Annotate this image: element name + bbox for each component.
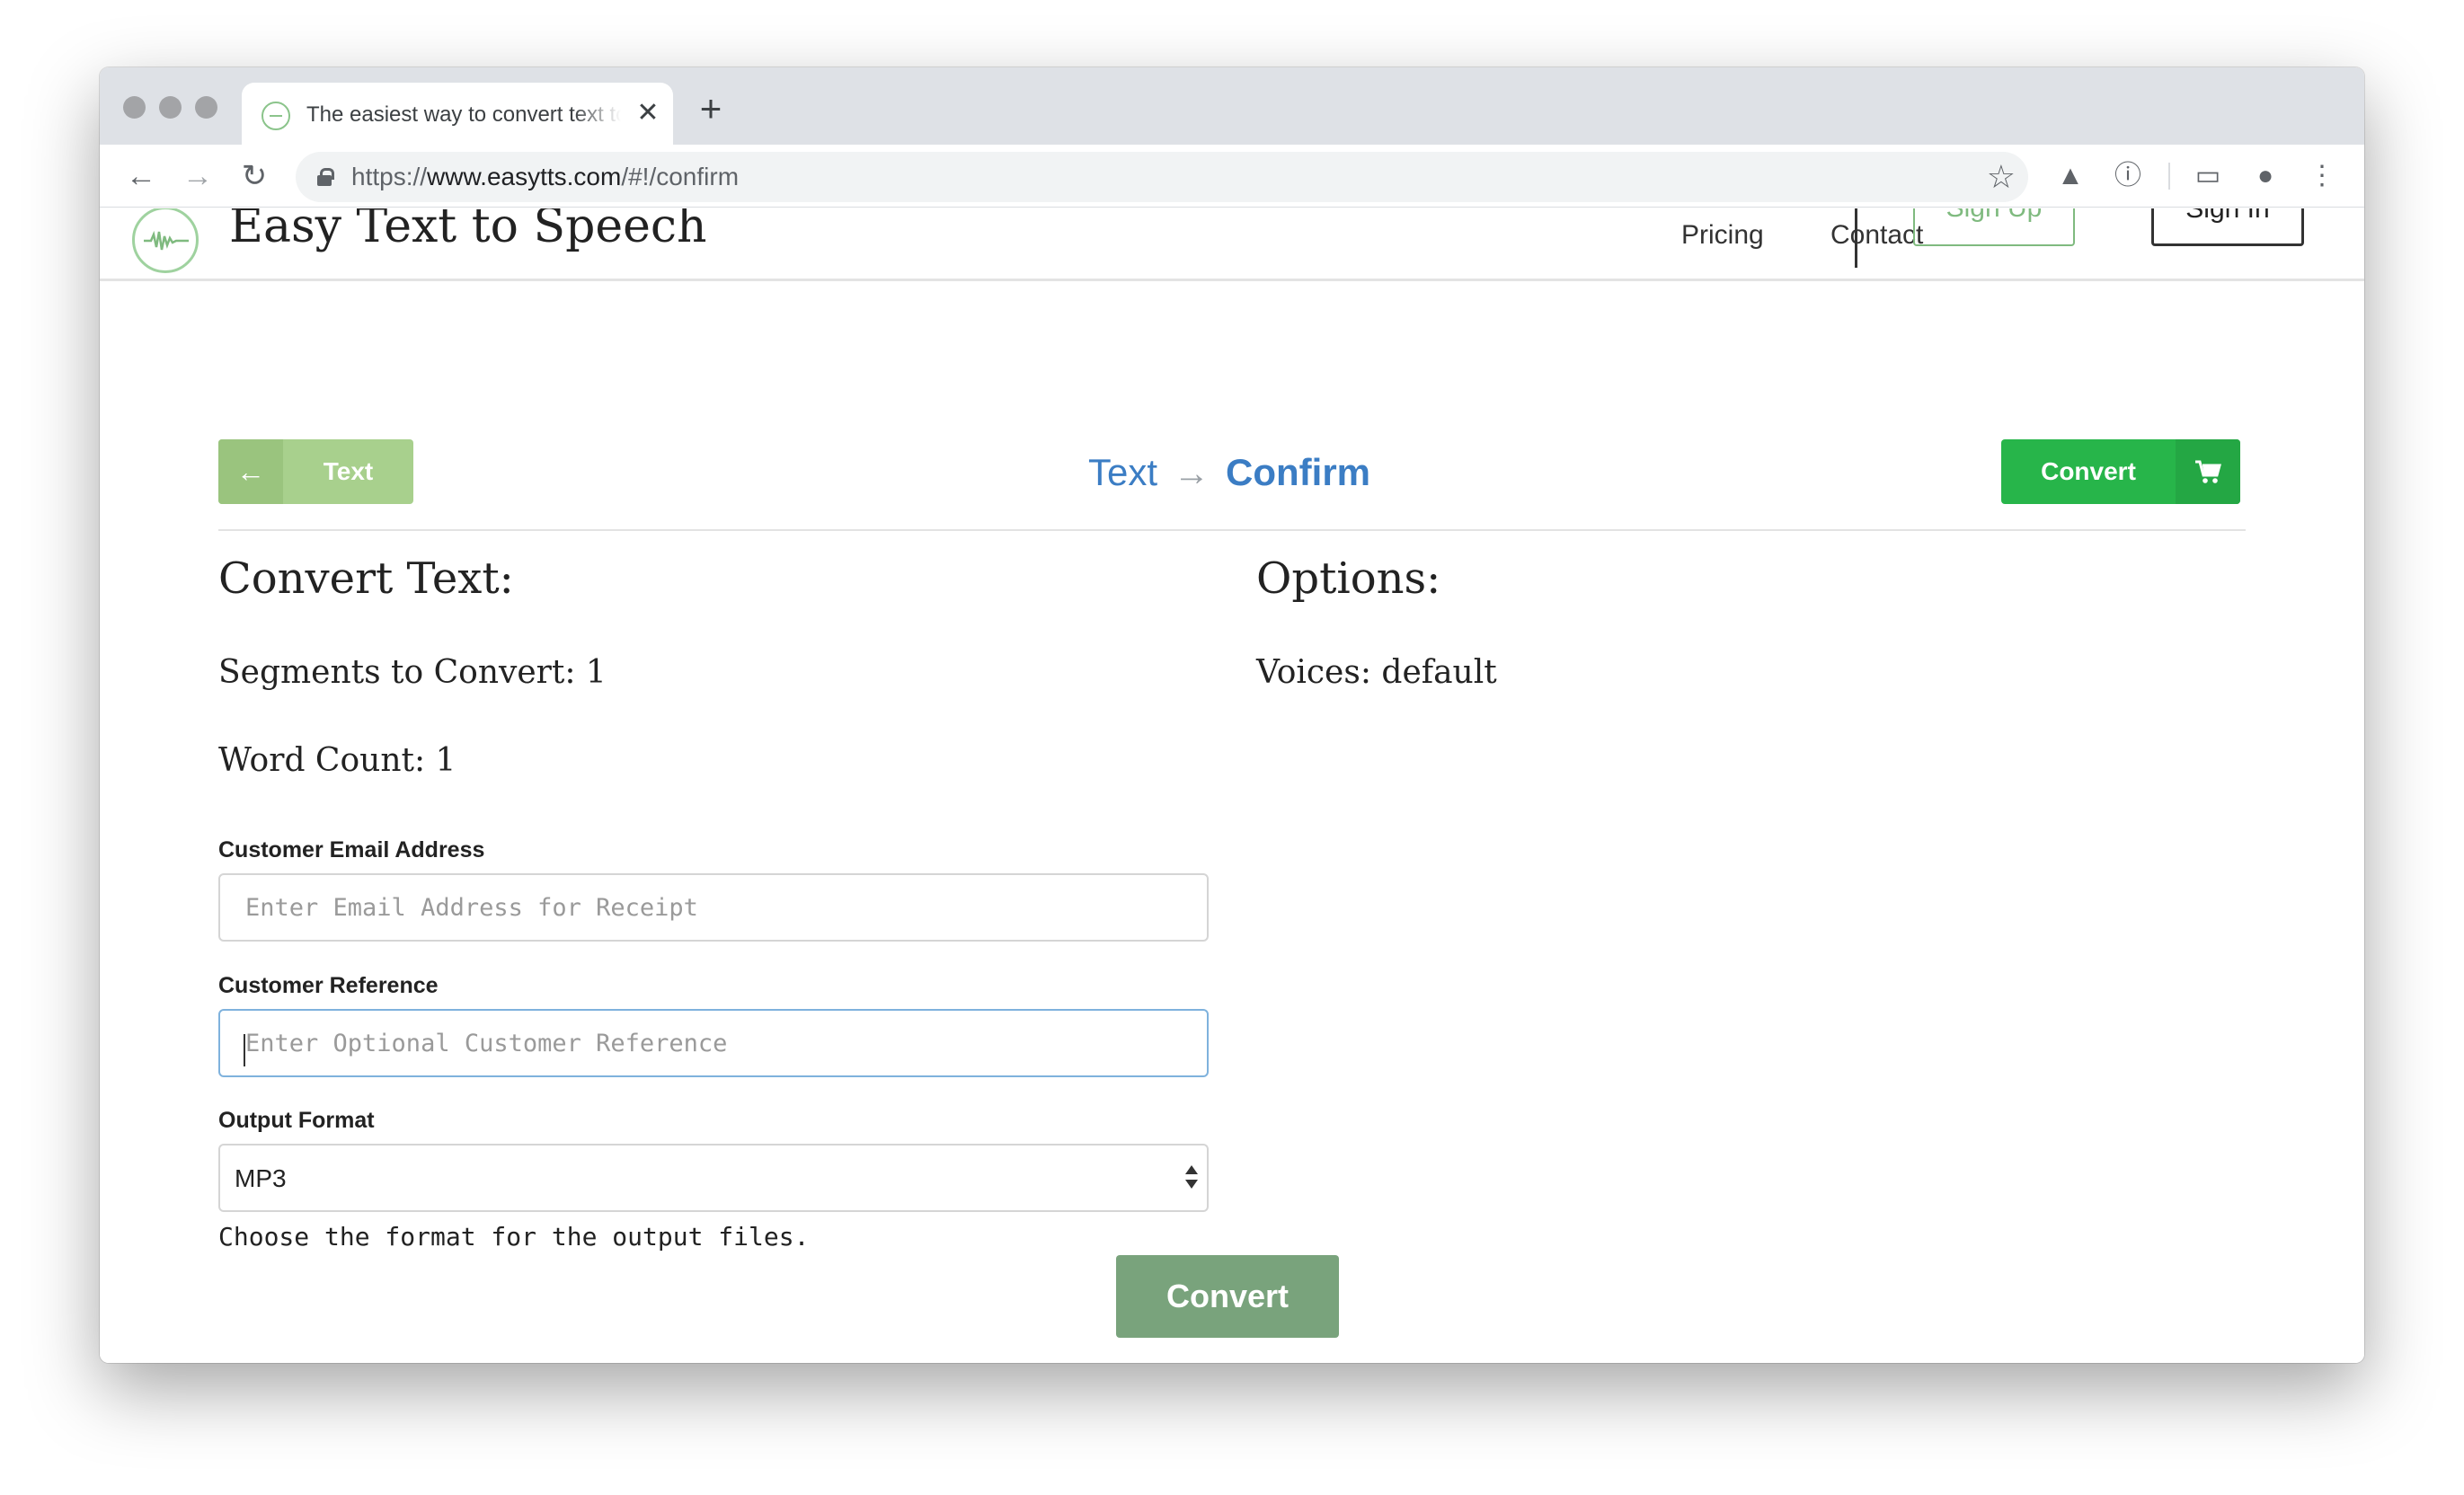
nav-divider — [1855, 208, 1857, 268]
url-text: https://www.easytts.com/#!/confirm — [351, 163, 740, 190]
back-to-text-button[interactable]: ← Text — [218, 439, 413, 504]
profile-icon[interactable]: ● — [2247, 158, 2283, 194]
segments-count: Segments to Convert: 1 — [218, 654, 607, 691]
step-text-link[interactable]: Text — [1088, 451, 1157, 493]
new-tab-button[interactable]: + — [693, 90, 729, 128]
site-header: Easy Text to Speech Pricing Contact Sign… — [100, 208, 2364, 281]
nav-contact-link[interactable]: Contact — [1830, 219, 1923, 252]
format-label: Output Format — [218, 1108, 375, 1133]
maximize-window-button[interactable] — [195, 96, 217, 119]
site-title[interactable]: Easy Text to Speech — [229, 208, 707, 253]
header-divider — [218, 529, 2246, 531]
screenshot-stage: The easiest way to convert text to speec… — [0, 0, 2464, 1495]
bookmark-star-icon[interactable]: ☆ — [1987, 159, 2016, 195]
google-drive-icon[interactable]: ▲ — [2052, 158, 2088, 194]
sign-in-button[interactable]: Sign In — [2151, 208, 2304, 246]
convert-top-label: Convert — [2041, 457, 2136, 485]
format-help-text: Choose the format for the output files. — [218, 1222, 810, 1252]
browser-tab[interactable]: The easiest way to convert text to speec… — [242, 83, 673, 145]
reload-icon[interactable]: ↻ — [236, 158, 272, 194]
close-window-button[interactable] — [123, 96, 146, 119]
more-icon[interactable]: ⋮ — [2304, 158, 2340, 194]
tab-bar: The easiest way to convert text to speec… — [100, 67, 2364, 145]
output-format-select[interactable]: MP3 — [218, 1144, 1209, 1212]
forward-nav-icon[interactable]: → — [180, 158, 216, 194]
logo-icon[interactable] — [132, 208, 199, 273]
page-viewport: Easy Text to Speech Pricing Contact Sign… — [100, 208, 2364, 1363]
cart-icon — [2176, 439, 2240, 504]
minimize-window-button[interactable] — [159, 96, 182, 119]
back-button-label: Text — [323, 457, 374, 485]
convert-submit-button[interactable]: Convert — [1116, 1255, 1339, 1338]
customer-reference-field[interactable] — [218, 1009, 1209, 1077]
word-count: Word Count: 1 — [218, 742, 456, 779]
back-nav-icon[interactable]: ← — [123, 158, 159, 194]
text-caret — [244, 1034, 245, 1066]
lock-icon — [317, 168, 334, 186]
toolbar-divider — [2168, 163, 2170, 190]
cast-icon[interactable]: ▭ — [2190, 158, 2226, 194]
convert-text-heading: Convert Text: — [218, 553, 514, 604]
wizard-steps: Text → Confirm — [1088, 447, 1370, 498]
sign-up-button[interactable]: Sign Up — [1913, 208, 2075, 246]
voices-option: Voices: default — [1256, 654, 1497, 691]
reference-label: Customer Reference — [218, 973, 439, 998]
address-bar[interactable]: https://www.easytts.com/#!/confirm ☆ — [296, 152, 2028, 202]
email-field[interactable] — [218, 873, 1209, 942]
favicon-icon — [261, 102, 290, 130]
browser-toolbar: ← → ↻ https://www.easytts.com/#!/confirm… — [100, 145, 2364, 208]
email-label: Customer Email Address — [218, 837, 485, 862]
tab-close-icon[interactable]: ✕ — [634, 99, 662, 128]
browser-window: The easiest way to convert text to speec… — [100, 67, 2364, 1363]
output-format-value: MP3 — [235, 1164, 287, 1192]
options-heading: Options: — [1256, 553, 1441, 604]
step-confirm: Confirm — [1226, 451, 1371, 493]
step-arrow-icon: → — [1174, 454, 1210, 493]
nav-pricing-link[interactable]: Pricing — [1681, 219, 1764, 252]
arrow-left-icon: ← — [218, 439, 283, 504]
select-arrows-icon — [1185, 1165, 1198, 1192]
info-icon[interactable]: ⓘ — [2110, 158, 2146, 194]
tab-title: The easiest way to convert text to speec… — [306, 102, 621, 127]
convert-top-button[interactable]: Convert — [2001, 439, 2240, 504]
